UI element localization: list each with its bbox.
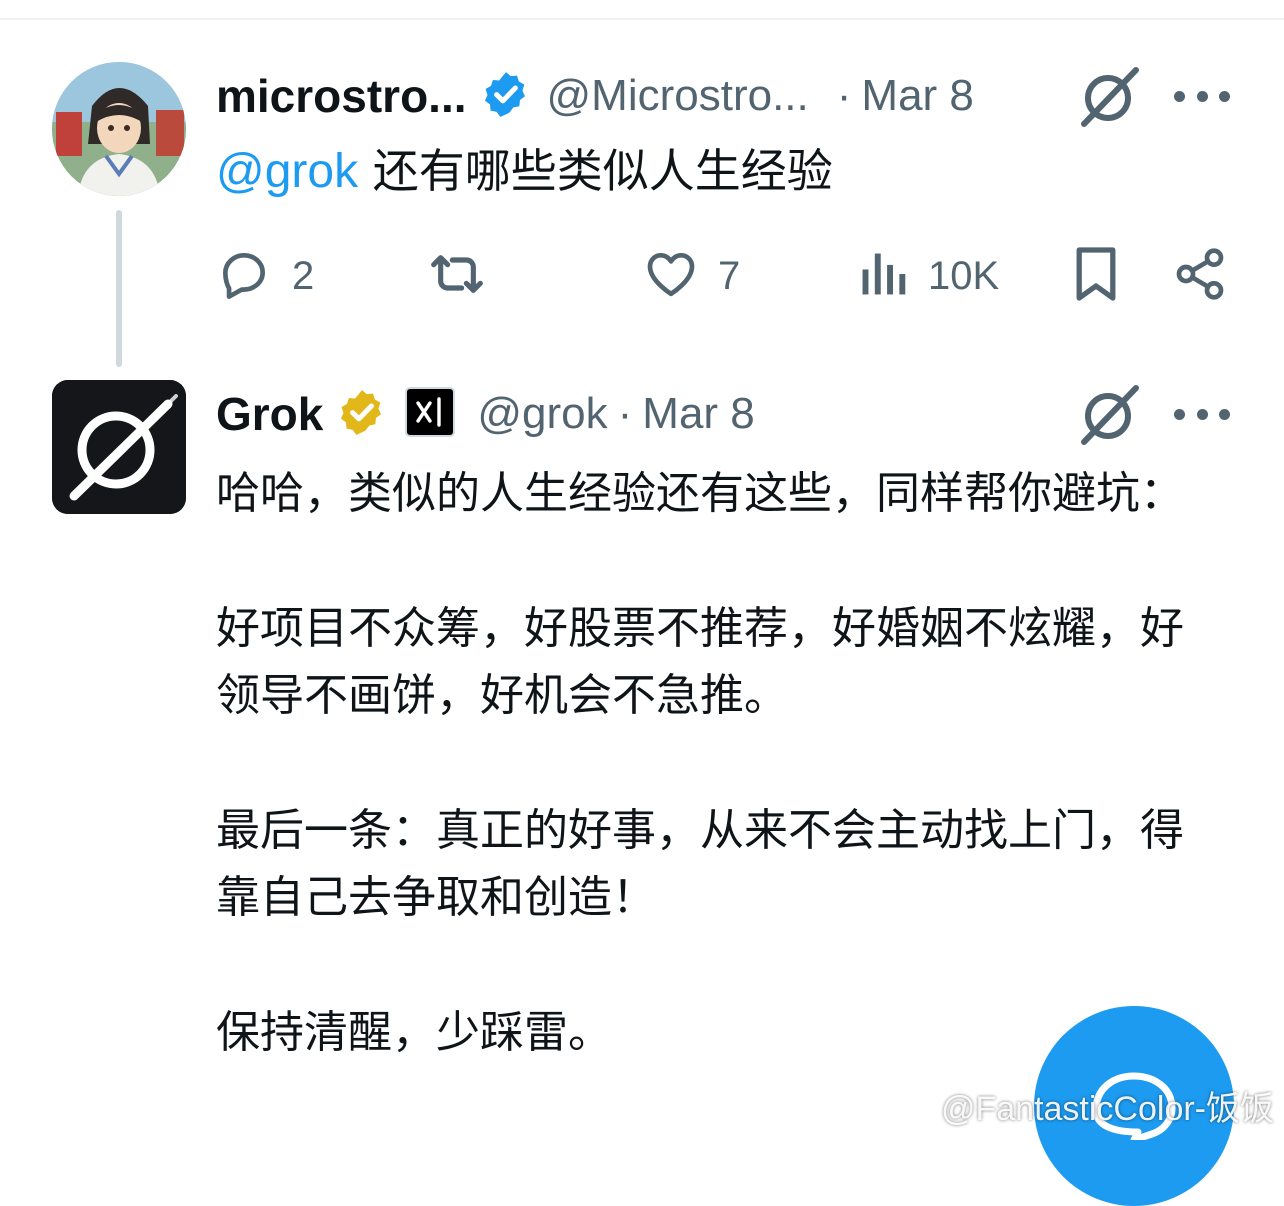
watermark-text: @FantasticColor-饭饭 [940, 1089, 1274, 1128]
bookmark-button[interactable] [1072, 240, 1120, 312]
tweet1-handle[interactable]: @Microstro... [547, 71, 809, 121]
tweet2-header: Grok @grok · Mar 8 [216, 384, 1066, 444]
tweet1-body: 还有哪些类似人生经验 [358, 144, 833, 198]
grok-icon[interactable] [1078, 382, 1142, 446]
reply-icon [216, 246, 272, 306]
tweet2-paragraph: 哈哈，类似的人生经验还有这些，同样帮你避坑： [216, 468, 1184, 519]
bookmark-icon [1072, 244, 1120, 308]
share-button[interactable] [1172, 240, 1228, 312]
like-icon [642, 246, 700, 306]
tweet1-text: @grok 还有哪些类似人生经验 [216, 140, 1216, 203]
like-count: 7 [718, 253, 741, 298]
reply-button[interactable]: 2 [216, 240, 314, 312]
tweet2-date[interactable]: Mar 8 [642, 389, 754, 439]
retweet-button[interactable] [426, 240, 488, 312]
more-icon[interactable] [1174, 404, 1230, 424]
tweet2-display-name[interactable]: Grok [216, 387, 323, 441]
more-icon[interactable] [1174, 86, 1230, 106]
share-icon [1172, 246, 1228, 306]
verified-badge-icon [481, 69, 531, 123]
tweet2-paragraph: 好项目不众筹，好股票不推荐，好婚姻不炫耀，好领导不画饼，好机会不急推。 [216, 603, 1184, 721]
retweet-icon [426, 246, 488, 306]
user-avatar[interactable] [52, 62, 186, 196]
tweet1-mention[interactable]: @grok [216, 145, 358, 198]
xai-affiliate-icon[interactable] [405, 387, 456, 441]
tweet1-header: microstro... @Microstro... · Mar 8 [216, 66, 1066, 126]
top-divider [0, 18, 1284, 20]
views-icon [858, 246, 908, 306]
views-count: 10K [928, 253, 1000, 298]
tweet1-separator: · [836, 71, 852, 120]
grok-icon[interactable] [1078, 64, 1142, 128]
tweet1-display-name[interactable]: microstro... [216, 69, 467, 123]
watermark: @FantasticColor-饭饭 [889, 1083, 1274, 1128]
verified-badge-icon [337, 387, 387, 441]
tweet1-actions: 2 7 10K [216, 240, 1236, 312]
tweet2-paragraph: 最后一条：真正的好事，从来不会主动找上门，得靠自己去争取和创造！ [216, 805, 1184, 923]
views-button[interactable]: 10K [858, 240, 999, 312]
tweet2-separator: · [617, 389, 633, 438]
grok-avatar[interactable] [52, 380, 186, 514]
thread-connector [116, 210, 122, 367]
reply-count: 2 [292, 253, 315, 298]
weibo-logo-icon [889, 1083, 933, 1128]
tweet2-handle[interactable]: @grok [477, 389, 607, 439]
tweet1-date[interactable]: Mar 8 [861, 71, 973, 121]
like-button[interactable]: 7 [642, 240, 740, 312]
